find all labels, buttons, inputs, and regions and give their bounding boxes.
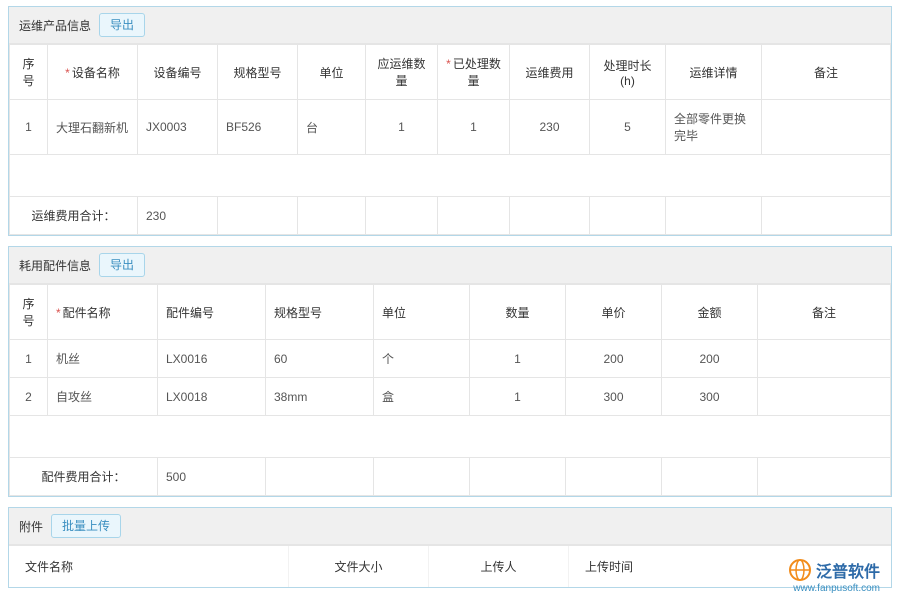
table-row[interactable]: 1 机丝 LX0016 60 个 1 200 200 xyxy=(10,340,891,378)
panel-title: 耗用配件信息 xyxy=(19,257,91,274)
brand-url: www.fanpusoft.com xyxy=(793,583,880,594)
panel-title: 运维产品信息 xyxy=(19,17,91,34)
sum-row: 配件费用合计： 500 xyxy=(10,458,891,496)
maintenance-table: 序号 *设备名称 设备编号 规格型号 单位 应运维数量 *已处理数量 运维费用 … xyxy=(9,44,891,235)
table-row[interactable]: 1 大理石翻新机 JX0003 BF526 台 1 1 230 5 全部零件更换… xyxy=(10,100,891,155)
export-button-maintenance[interactable]: 导出 xyxy=(99,13,145,37)
col-amount: 金额 xyxy=(662,285,758,340)
panel-header-attachment: 附件 批量上传 xyxy=(9,508,891,545)
cell-amount: 200 xyxy=(662,340,758,378)
batch-upload-button[interactable]: 批量上传 xyxy=(51,514,121,538)
cell-device-code: JX0003 xyxy=(138,100,218,155)
sum-row: 运维费用合计： 230 xyxy=(10,197,891,235)
cell-price: 300 xyxy=(566,378,662,416)
cell-spec: 60 xyxy=(266,340,374,378)
table-header-row: 序号 *设备名称 设备编号 规格型号 单位 应运维数量 *已处理数量 运维费用 … xyxy=(10,45,891,100)
cell-spec: 38mm xyxy=(266,378,374,416)
col-part-name: *配件名称 xyxy=(48,285,158,340)
cell-due: 1 xyxy=(366,100,438,155)
col-unit: 单位 xyxy=(374,285,470,340)
col-qty: 数量 xyxy=(470,285,566,340)
col-device-name: *设备名称 xyxy=(48,45,138,100)
cell-fee: 230 xyxy=(510,100,590,155)
col-upload-time: 上传时间 xyxy=(569,546,749,587)
cell-remark xyxy=(758,340,891,378)
cell-remark xyxy=(762,100,891,155)
col-remark: 备注 xyxy=(758,285,891,340)
cell-qty: 1 xyxy=(470,340,566,378)
col-seq: 序号 xyxy=(10,45,48,100)
cell-detail: 全部零件更换完毕 xyxy=(666,100,762,155)
cell-part-name: 机丝 xyxy=(48,340,158,378)
col-unit: 单位 xyxy=(298,45,366,100)
col-file-name: 文件名称 xyxy=(9,546,289,587)
col-spec: 规格型号 xyxy=(266,285,374,340)
parts-table: 序号 *配件名称 配件编号 规格型号 单位 数量 单价 金额 备注 1 机丝 L… xyxy=(9,284,891,496)
col-done-qty: *已处理数量 xyxy=(438,45,510,100)
export-button-parts[interactable]: 导出 xyxy=(99,253,145,277)
sum-label: 配件费用合计： xyxy=(10,458,158,496)
brand-name: 泛普软件 xyxy=(816,558,880,582)
cell-seq: 1 xyxy=(10,340,48,378)
spacer-row xyxy=(10,155,891,197)
cell-unit: 盒 xyxy=(374,378,470,416)
panel-header-maintenance: 运维产品信息 导出 xyxy=(9,7,891,44)
attachment-panel: 附件 批量上传 文件名称 文件大小 上传人 上传时间 xyxy=(8,507,892,588)
cell-done: 1 xyxy=(438,100,510,155)
sum-value: 230 xyxy=(138,197,218,235)
cell-device-name: 大理石翻新机 xyxy=(48,100,138,155)
attachment-header-row: 文件名称 文件大小 上传人 上传时间 xyxy=(9,545,891,587)
col-file-size: 文件大小 xyxy=(289,546,429,587)
panel-title: 附件 xyxy=(19,518,43,535)
cell-part-name: 自攻丝 xyxy=(48,378,158,416)
sum-label: 运维费用合计： xyxy=(10,197,138,235)
cell-part-code: LX0016 xyxy=(158,340,266,378)
brand-logo: 泛普软件 xyxy=(788,558,880,582)
cell-hours: 5 xyxy=(590,100,666,155)
col-seq: 序号 xyxy=(10,285,48,340)
cell-amount: 300 xyxy=(662,378,758,416)
col-spec: 规格型号 xyxy=(218,45,298,100)
cell-seq: 2 xyxy=(10,378,48,416)
col-due-qty: 应运维数量 xyxy=(366,45,438,100)
col-part-code: 配件编号 xyxy=(158,285,266,340)
panel-header-parts: 耗用配件信息 导出 xyxy=(9,247,891,284)
cell-seq: 1 xyxy=(10,100,48,155)
cell-price: 200 xyxy=(566,340,662,378)
cell-unit: 个 xyxy=(374,340,470,378)
table-header-row: 序号 *配件名称 配件编号 规格型号 单位 数量 单价 金额 备注 xyxy=(10,285,891,340)
cell-qty: 1 xyxy=(470,378,566,416)
col-fee: 运维费用 xyxy=(510,45,590,100)
parts-panel: 耗用配件信息 导出 序号 *配件名称 配件编号 规格型号 单位 数量 单价 金额… xyxy=(8,246,892,497)
col-detail: 运维详情 xyxy=(666,45,762,100)
col-uploader: 上传人 xyxy=(429,546,569,587)
cell-unit: 台 xyxy=(298,100,366,155)
col-remark: 备注 xyxy=(762,45,891,100)
col-device-code: 设备编号 xyxy=(138,45,218,100)
globe-icon xyxy=(788,558,812,582)
col-price: 单价 xyxy=(566,285,662,340)
spacer-row xyxy=(10,416,891,458)
sum-value: 500 xyxy=(158,458,266,496)
col-hours: 处理时长(h) xyxy=(590,45,666,100)
cell-part-code: LX0018 xyxy=(158,378,266,416)
table-row[interactable]: 2 自攻丝 LX0018 38mm 盒 1 300 300 xyxy=(10,378,891,416)
cell-remark xyxy=(758,378,891,416)
maintenance-product-panel: 运维产品信息 导出 序号 *设备名称 设备编号 规格型号 单位 应运维数量 *已… xyxy=(8,6,892,236)
cell-spec: BF526 xyxy=(218,100,298,155)
